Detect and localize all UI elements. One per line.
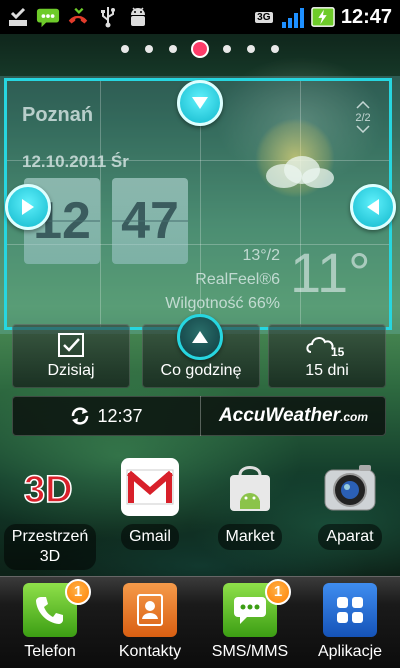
missed-calls-badge: 1 (65, 579, 91, 605)
chevron-up-icon (356, 100, 370, 109)
arrow-up-icon (192, 331, 208, 343)
temp-range: 13°/2 (242, 247, 280, 264)
gmail-icon (121, 458, 179, 516)
arrow-down-icon (192, 97, 208, 109)
page-dot[interactable] (247, 45, 255, 53)
battery-charging-icon (311, 5, 335, 29)
resize-handle-right[interactable] (350, 184, 396, 230)
download-check-icon (6, 5, 30, 29)
app-shortcuts: 3D Przestrzeń 3D Gmail Market Aparat (0, 452, 400, 572)
unread-messages-badge: 1 (265, 579, 291, 605)
signal-strength-icon (281, 5, 305, 29)
dock-applications[interactable]: Aplikacje (300, 583, 400, 661)
page-dot[interactable] (169, 45, 177, 53)
apps-grid-icon (323, 583, 377, 637)
page-dot[interactable] (223, 45, 231, 53)
market-bag-icon (221, 458, 279, 516)
forecast-today-label: Dzisiaj (47, 362, 95, 379)
camera-icon (321, 458, 379, 516)
android-debug-icon (126, 5, 150, 29)
accuweather-brand: AccuWeather (218, 405, 341, 426)
real-feel: RealFeel®6 (195, 271, 280, 288)
weather-page-number: 2/2 (355, 112, 371, 124)
humidity: Wilgotność 66% (165, 295, 280, 312)
collapse-widget-button[interactable] (177, 314, 223, 360)
arrow-right-icon (22, 199, 34, 215)
missed-call-icon (66, 5, 90, 29)
app-camera[interactable]: Aparat (300, 452, 400, 550)
dock-phone[interactable]: 1 Telefon (0, 579, 100, 661)
resize-handle-top[interactable] (177, 80, 223, 126)
svg-text:15: 15 (331, 345, 345, 358)
weather-details: 13°/2 RealFeel®6 Wilgotność 66% (150, 244, 280, 316)
current-temperature: 11° (290, 241, 371, 304)
usb-icon (96, 5, 120, 29)
home-page-indicator[interactable] (0, 41, 400, 56)
page-dot[interactable] (121, 45, 129, 53)
status-clock: 12:47 (340, 5, 392, 28)
refresh-icon (72, 407, 89, 425)
dock-label: Telefon (24, 643, 76, 660)
app-label: Przestrzeń 3D (3, 524, 97, 570)
resize-handle-left[interactable] (5, 184, 51, 230)
sms-mms-icon: 1 (223, 579, 291, 637)
contacts-icon (123, 583, 177, 637)
sms-icon (36, 5, 60, 29)
phone-icon: 1 (23, 579, 91, 637)
forecast-15day-button[interactable]: 15 15 dni (268, 324, 386, 388)
cloud-icon (266, 156, 334, 188)
svg-text:3D: 3D (24, 469, 73, 511)
cloud-15-icon: 15 (306, 337, 345, 358)
dock-sms-mms[interactable]: 1 SMS/MMS (200, 579, 300, 661)
refresh-button[interactable]: 12:37 (12, 396, 201, 436)
3d-space-icon: 3D (21, 458, 79, 516)
calendar-check-icon (58, 333, 84, 357)
chevron-down-icon (356, 125, 370, 134)
dock: 1 Telefon Kontakty 1 SMS/MMS Aplikacje (0, 576, 400, 668)
weather-city: Poznań (22, 104, 94, 126)
dock-label: SMS/MMS (211, 643, 289, 660)
app-3d-space[interactable]: 3D Przestrzeń 3D (0, 452, 100, 570)
forecast-hourly-label: Co godzinę (160, 362, 242, 379)
last-refresh-time: 12:37 (97, 405, 143, 426)
weather-page-indicator[interactable]: 2/2 (352, 100, 374, 136)
page-dot[interactable] (145, 45, 153, 53)
weather-date: 12.10.2011 Śr (22, 152, 129, 171)
app-label: Aparat (318, 524, 382, 550)
page-dot[interactable] (271, 45, 279, 53)
app-gmail[interactable]: Gmail (100, 452, 200, 550)
app-market[interactable]: Market (200, 452, 300, 550)
dock-contacts[interactable]: Kontakty (100, 583, 200, 661)
arrow-left-icon (367, 199, 379, 215)
app-label: Gmail (121, 524, 179, 550)
accuweather-suffix: .com (340, 410, 369, 424)
forecast-today-button[interactable]: Dzisiaj (12, 324, 130, 388)
dock-label: Aplikacje (317, 643, 383, 660)
accuweather-link[interactable]: AccuWeather.com (201, 405, 386, 427)
forecast-15day-label: 15 dni (305, 362, 349, 379)
network-3g-icon: 3G (255, 11, 273, 23)
page-dot-active[interactable] (193, 42, 207, 56)
app-label: Market (217, 524, 283, 550)
status-bar: 3G 12:47 (0, 0, 400, 34)
weather-refresh-bar[interactable]: 12:37 AccuWeather.com (12, 396, 386, 436)
dock-label: Kontakty (118, 643, 182, 660)
